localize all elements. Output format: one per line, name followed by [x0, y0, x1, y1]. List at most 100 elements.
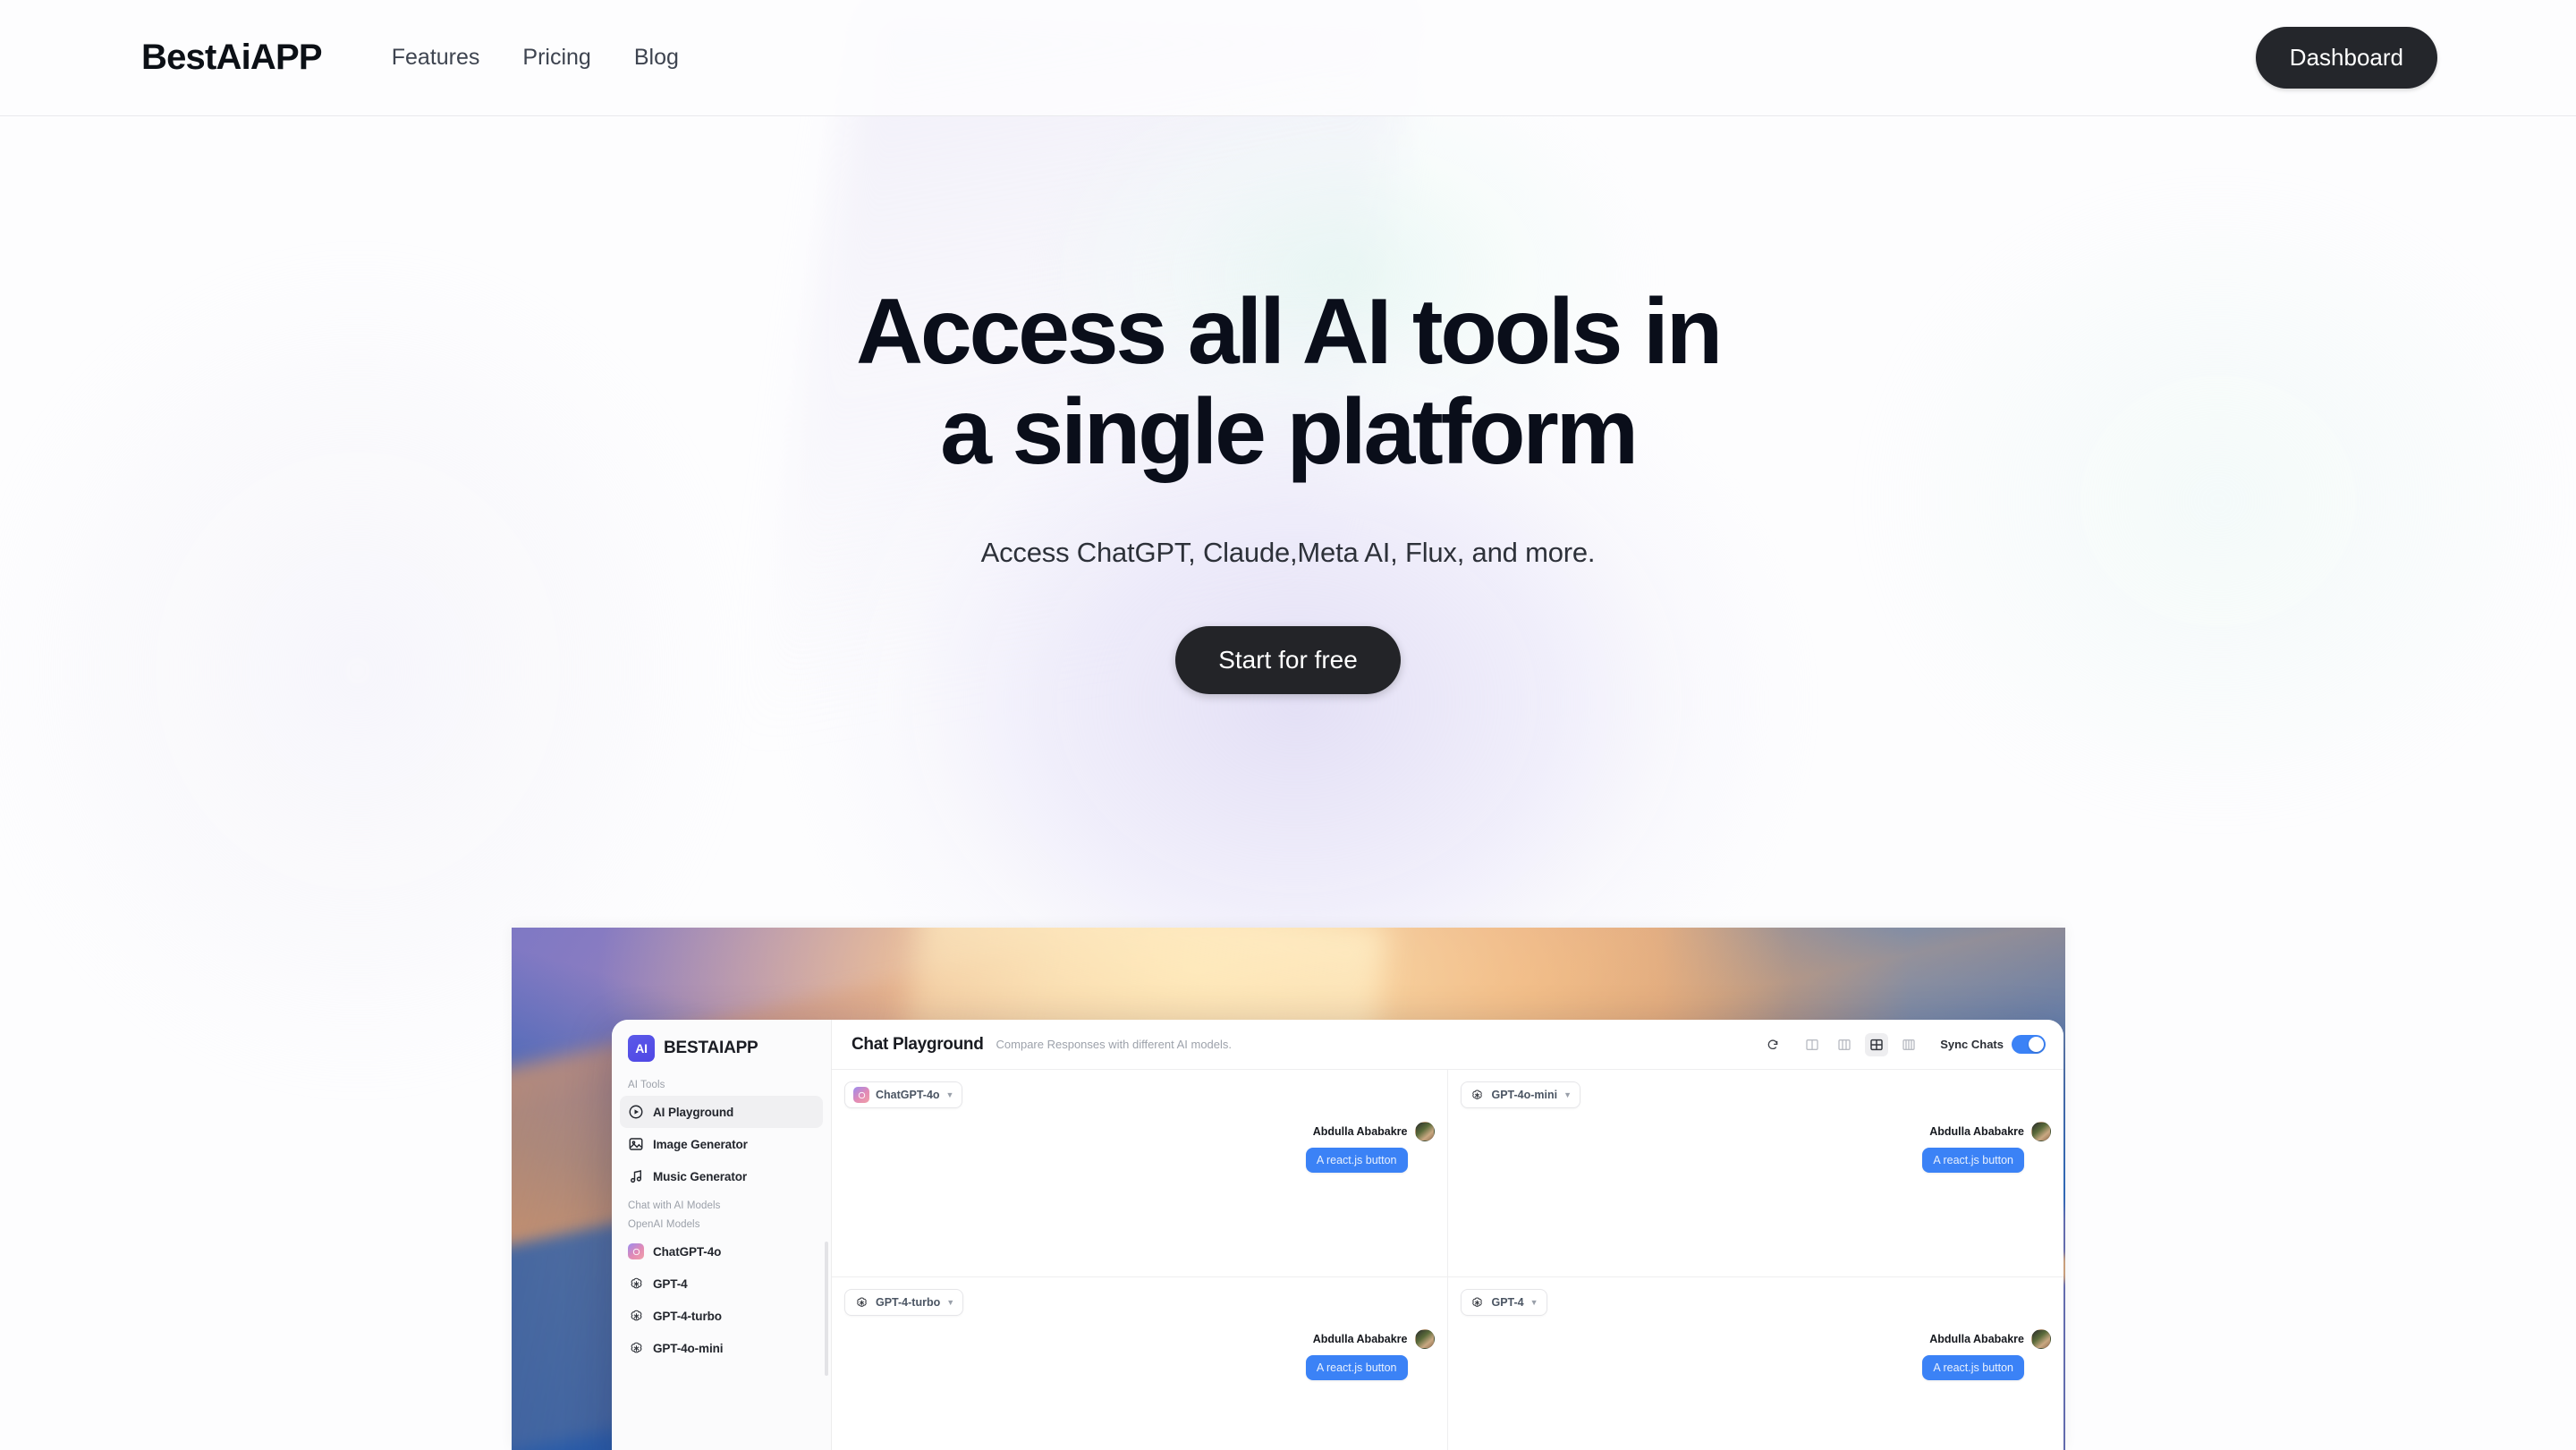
sidebar-item-gpt-4o-mini[interactable]: GPT-4o-mini [620, 1332, 823, 1364]
user-name: Abdulla Ababakre [1312, 1125, 1408, 1138]
sync-chats-label: Sync Chats [1940, 1038, 2004, 1051]
sidebar-brand-name: BESTAIAPP [664, 1039, 758, 1057]
sidebar-item-label: GPT-4o-mini [653, 1341, 724, 1355]
chatgpt-badge-icon [853, 1087, 869, 1103]
sync-chats-toggle[interactable] [2012, 1035, 2046, 1054]
message-header: Abdulla Ababakre [1313, 1122, 1435, 1141]
sidebar-item-label: GPT-4-turbo [653, 1309, 722, 1323]
sidebar-item-label: Image Generator [653, 1137, 748, 1151]
hero-subtitle: Access ChatGPT, Claude,Meta AI, Flux, an… [980, 536, 1596, 568]
message-header: Abdulla Ababakre [1313, 1329, 1435, 1349]
chat-panels-grid: ChatGPT-4o ▼ Abdulla Ababakre A react.js… [832, 1070, 2063, 1450]
sidebar-item-label: GPT-4 [653, 1276, 688, 1291]
layout-four-column-icon [1902, 1039, 1915, 1050]
sidebar-section-ai-tools: AI Tools [628, 1080, 665, 1090]
user-name: Abdulla Ababakre [1929, 1333, 2024, 1345]
layout-three-column-button[interactable] [1833, 1033, 1856, 1056]
app-sidebar: AI BESTAIAPP AI Tools AI Playground Imag… [612, 1020, 832, 1450]
message-bubble: A react.js button [1922, 1148, 2024, 1173]
chat-message: Abdulla Ababakre A react.js button [844, 1122, 1435, 1173]
sidebar-item-label: AI Playground [653, 1105, 734, 1119]
sidebar-item-image-generator[interactable]: Image Generator [620, 1128, 823, 1160]
sidebar-item-label: ChatGPT-4o [653, 1244, 722, 1259]
chat-message: Abdulla Ababakre A react.js button [1461, 1329, 2051, 1380]
openai-icon [628, 1308, 644, 1324]
sidebar-item-gpt-4[interactable]: GPT-4 [620, 1268, 823, 1300]
model-selector-chip[interactable]: ChatGPT-4o ▼ [844, 1081, 963, 1108]
brand-logo[interactable]: BestAiAPP [141, 38, 323, 78]
sidebar-brand[interactable]: AI BESTAIAPP [612, 1035, 831, 1062]
layout-two-column-icon [1806, 1039, 1818, 1050]
main-nav: Features Pricing Blog [392, 45, 679, 71]
model-selector-chip[interactable]: GPT-4-turbo ▼ [844, 1289, 964, 1316]
refresh-button[interactable] [1761, 1033, 1784, 1056]
avatar [1414, 1329, 1435, 1349]
openai-icon [853, 1294, 869, 1310]
nav-link-features[interactable]: Features [392, 45, 480, 71]
toggle-knob [2029, 1037, 2044, 1052]
model-selector-chip[interactable]: GPT-4 ▼ [1460, 1289, 1547, 1316]
chat-playground-subtitle: Compare Responses with different AI mode… [996, 1038, 1233, 1051]
layout-grid-icon [1870, 1039, 1883, 1050]
layout-toolbar: Sync Chats [1761, 1032, 2046, 1056]
layout-two-column-button[interactable] [1801, 1033, 1824, 1056]
chat-panel: GPT-4 ▼ Abdulla Ababakre A react.js butt… [1448, 1277, 2064, 1450]
chevron-down-icon: ▼ [1563, 1090, 1572, 1099]
sidebar-scrollbar[interactable] [825, 1242, 828, 1376]
model-chip-label: GPT-4-turbo [876, 1296, 941, 1309]
app-logo-icon: AI [628, 1035, 655, 1062]
app-window: AI BESTAIAPP AI Tools AI Playground Imag… [612, 1020, 2063, 1450]
product-screenshot-mockup: AI BESTAIAPP AI Tools AI Playground Imag… [512, 928, 2065, 1450]
user-name: Abdulla Ababakre [1929, 1125, 2024, 1138]
avatar [2031, 1122, 2051, 1141]
sidebar-item-label: Music Generator [653, 1169, 748, 1183]
hero-title-line-1: Access all AI tools in [855, 280, 1723, 384]
site-header: BestAiAPP Features Pricing Blog Dashboar… [0, 0, 2576, 116]
model-chip-label: GPT-4 [1491, 1296, 1524, 1309]
avatar [2031, 1329, 2051, 1349]
sidebar-item-chatgpt-4o[interactable]: ChatGPT-4o [620, 1235, 823, 1268]
nav-link-pricing[interactable]: Pricing [522, 45, 590, 71]
chat-message: Abdulla Ababakre A react.js button [844, 1329, 1435, 1380]
sidebar-item-gpt-4-turbo[interactable]: GPT-4-turbo [620, 1300, 823, 1332]
sidebar-section-openai-models: OpenAI Models [628, 1219, 700, 1230]
avatar [1414, 1122, 1435, 1141]
sidebar-section-chat-models: Chat with AI Models [628, 1200, 721, 1211]
model-selector-chip[interactable]: GPT-4o-mini ▼ [1460, 1081, 1581, 1108]
play-circle-icon [629, 1105, 643, 1119]
layout-four-column-button[interactable] [1897, 1033, 1920, 1056]
message-bubble: A react.js button [1922, 1355, 2024, 1380]
start-for-free-button[interactable]: Start for free [1175, 625, 1401, 694]
app-toolbar: Chat Playground Compare Responses with d… [832, 1020, 2063, 1070]
chat-panel: ChatGPT-4o ▼ Abdulla Ababakre A react.js… [832, 1070, 1448, 1277]
model-chip-label: GPT-4o-mini [1491, 1089, 1558, 1101]
nav-link-blog[interactable]: Blog [634, 45, 679, 71]
chatgpt-badge-icon [628, 1243, 644, 1259]
hero-section: Access all AI tools in a single platform… [0, 116, 2576, 694]
openai-icon [628, 1340, 644, 1356]
refresh-icon [1767, 1039, 1778, 1049]
dashboard-button[interactable]: Dashboard [2255, 27, 2437, 89]
app-main: Chat Playground Compare Responses with d… [832, 1020, 2063, 1450]
message-header: Abdulla Ababakre [1929, 1122, 2051, 1141]
image-icon [629, 1138, 643, 1150]
sync-chats-control: Sync Chats [1940, 1035, 2046, 1054]
chat-message: Abdulla Ababakre A react.js button [1461, 1122, 2051, 1173]
layout-grid-button[interactable] [1865, 1032, 1889, 1056]
openai-icon [1470, 1087, 1486, 1103]
message-bubble: A react.js button [1305, 1355, 1408, 1380]
chevron-down-icon: ▼ [945, 1090, 954, 1099]
openai-icon [628, 1276, 644, 1292]
model-chip-label: ChatGPT-4o [876, 1089, 940, 1101]
message-bubble: A react.js button [1305, 1148, 1408, 1173]
hero-title-line-2: a single platform [940, 380, 1639, 485]
chat-playground-title: Chat Playground [852, 1034, 984, 1054]
chat-panel: GPT-4o-mini ▼ Abdulla Ababakre A react.j… [1447, 1070, 2063, 1277]
sidebar-item-music-generator[interactable]: Music Generator [620, 1160, 823, 1192]
page-title: Access all AI tools in a single platform [0, 282, 2576, 483]
music-note-icon [631, 1170, 641, 1183]
landing-page: BestAiAPP Features Pricing Blog Dashboar… [0, 0, 2576, 1450]
message-header: Abdulla Ababakre [1929, 1329, 2051, 1349]
layout-three-column-icon [1838, 1039, 1851, 1050]
sidebar-item-ai-playground[interactable]: AI Playground [620, 1096, 823, 1128]
